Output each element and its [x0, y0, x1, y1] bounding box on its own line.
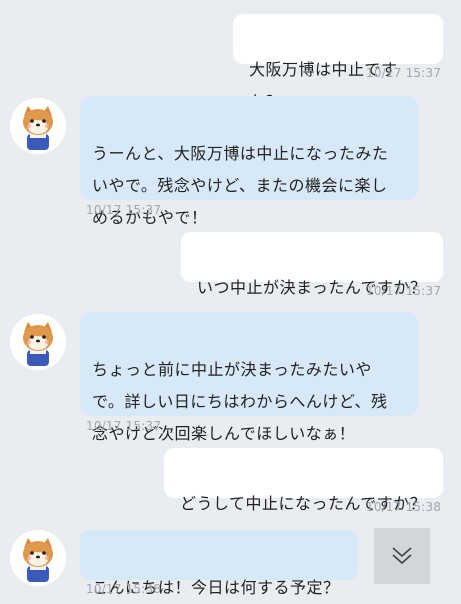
- message-timestamp: 10/17 15:37: [366, 66, 442, 80]
- message-timestamp: 10/17 15:37: [86, 419, 162, 433]
- bot-message-bubble: こんにちは！今日は何する予定？: [80, 530, 358, 597]
- message-timestamp: 10/17 15:38: [86, 582, 162, 596]
- user-message-bubble: いつ中止が決まったんですか？: [181, 232, 443, 297]
- shiba-dog-avatar-icon: [10, 530, 66, 586]
- chat-log: 大阪万博は中止ですか？ 10/17 15:37 うーんと、大阪万博は中止になった…: [0, 0, 461, 600]
- double-chevron-down-icon: [392, 547, 412, 564]
- bot-message-bubble: ちょっと前に中止が決まったみたいや で。詳しい日にちはわからへんけど、残 念やけ…: [80, 312, 418, 443]
- bot-avatar: [10, 314, 66, 370]
- scroll-to-bottom-button[interactable]: [374, 528, 430, 584]
- bot-avatar: [10, 530, 66, 586]
- message-timestamp: 10/17 15:38: [366, 500, 442, 514]
- user-message-bubble: 大阪万博は中止ですか？: [233, 14, 443, 111]
- message-timestamp: 10/17 15:37: [366, 284, 442, 298]
- bot-avatar: [10, 98, 66, 154]
- bot-message-bubble: うーんと、大阪万博は中止になったみた いやで。残念やけど、またの機会に楽し める…: [80, 96, 418, 227]
- shiba-dog-avatar-icon: [10, 98, 66, 154]
- message-timestamp: 10/17 15:37: [86, 203, 162, 217]
- shiba-dog-avatar-icon: [10, 314, 66, 370]
- user-message-bubble: どうして中止になったんですか？: [164, 448, 443, 513]
